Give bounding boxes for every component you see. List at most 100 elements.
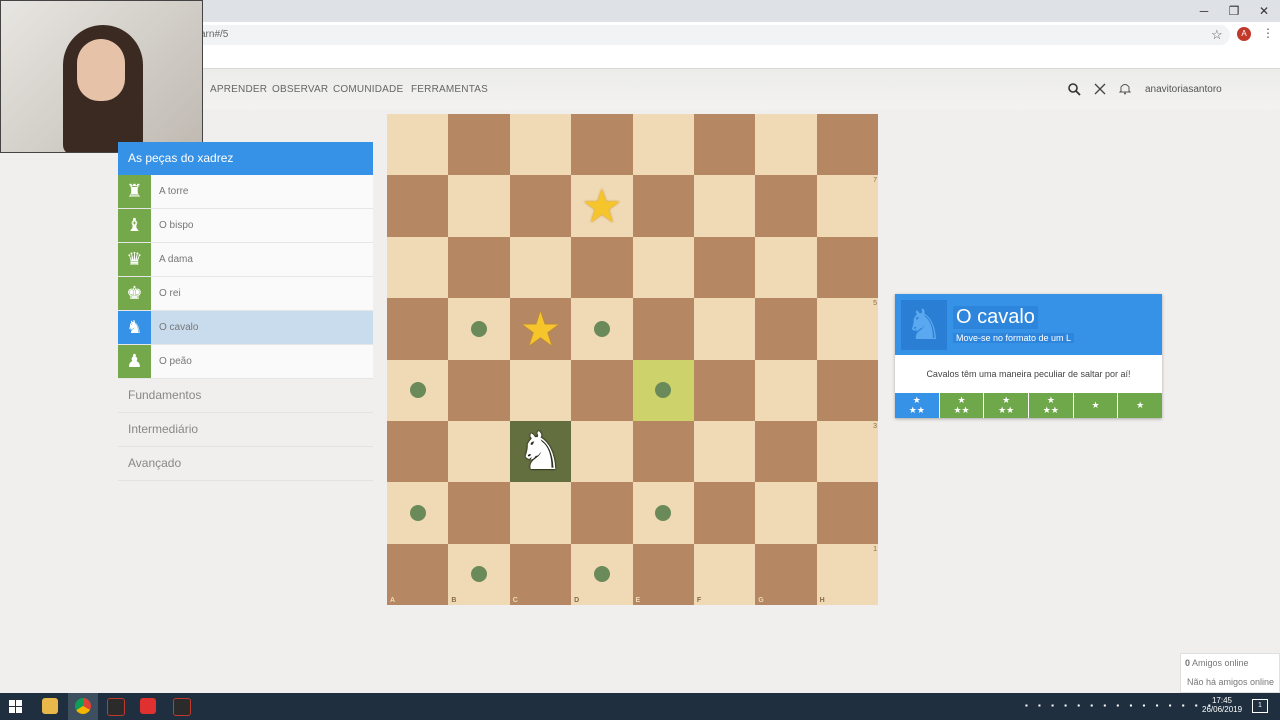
square-e8[interactable] [632,114,694,176]
square-g7[interactable] [755,175,817,237]
square-d5[interactable] [571,298,633,360]
square-g4[interactable] [755,359,817,421]
square-c6[interactable] [509,236,572,299]
profile-avatar[interactable]: A [1237,27,1251,41]
square-h3[interactable]: 3 [816,420,878,483]
white-knight-piece[interactable]: ♞ [517,426,564,478]
square-g8[interactable] [755,114,817,176]
square-b8[interactable] [448,114,510,176]
square-d8[interactable] [571,114,633,176]
stage-button-2[interactable]: ★ ★★ [938,393,984,418]
square-b7[interactable] [448,175,510,237]
app-icon-b[interactable] [173,698,191,716]
close-window-button[interactable]: ✕ [1248,0,1280,22]
square-g3[interactable] [755,420,817,483]
square-d4[interactable] [571,359,633,421]
square-h2[interactable] [816,482,878,544]
move-hint-dot[interactable] [593,566,610,583]
square-a1[interactable]: A [387,543,449,605]
chrome-icon[interactable] [75,698,91,714]
search-icon[interactable] [1068,83,1081,96]
username[interactable]: anavitoriasantoro [1145,84,1222,95]
square-d3[interactable] [571,420,633,483]
square-c1[interactable]: C [509,543,572,605]
bookmark-star-icon[interactable]: ☆ [1211,27,1223,43]
square-g1[interactable]: G [755,543,817,605]
stage-button-3[interactable]: ★ ★★ [983,393,1029,418]
square-a5[interactable] [387,298,449,360]
stage-button-1[interactable]: ★ ★★ [895,393,939,418]
square-g2[interactable] [755,482,817,544]
sidebar-header[interactable]: As peças do xadrez [118,142,373,175]
move-hint-dot[interactable] [655,504,672,521]
nav-observar[interactable]: OBSERVAR [272,84,328,95]
square-h6[interactable] [816,236,878,299]
stage-button-4[interactable]: ★ ★★ [1028,393,1073,418]
square-g5[interactable] [755,298,817,360]
nav-aprender[interactable]: APRENDER [210,84,267,95]
square-b4[interactable] [448,359,510,421]
move-hint-dot[interactable] [655,382,672,399]
square-a8[interactable] [387,114,449,176]
square-a6[interactable] [387,236,449,299]
square-h1[interactable]: H1 [816,543,878,605]
app-icon-a[interactable] [107,698,125,716]
square-a4[interactable] [387,359,449,421]
system-tray-icons[interactable]: ▪ ▪ ▪ ▪ ▪ ▪ ▪ ▪ ▪ ▪ ▪ ▪ ▪ ▪ ▪ [1025,701,1215,710]
sidebar-item-cavalo[interactable]: ♞ O cavalo [118,311,373,345]
sidebar-item-peao[interactable]: ♟ O peão [118,345,373,379]
sidebar-group-avancado[interactable]: Avançado [118,447,373,481]
stage-button-5[interactable]: ★ [1072,393,1118,418]
square-d7[interactable]: ★ [571,175,633,237]
square-f8[interactable] [693,114,756,176]
square-e3[interactable] [632,420,694,483]
bell-icon[interactable] [1119,82,1131,95]
square-c2[interactable] [509,482,572,544]
square-c4[interactable] [509,359,572,421]
square-e1[interactable]: E [632,543,694,605]
swords-icon[interactable] [1094,83,1106,95]
square-b3[interactable] [448,420,510,483]
sidebar-item-torre[interactable]: ♜ A torre [118,175,373,209]
browser-menu-icon[interactable]: ⋮ [1262,26,1274,40]
square-d6[interactable] [571,236,633,299]
square-h8[interactable] [816,114,878,176]
file-explorer-icon[interactable] [42,698,58,714]
stage-button-6[interactable]: ★ [1117,393,1163,418]
square-a7[interactable] [387,175,449,237]
square-e4[interactable] [632,359,694,421]
move-hint-dot[interactable] [409,382,426,399]
square-b5[interactable] [448,298,510,360]
square-h4[interactable] [816,359,878,421]
square-d2[interactable] [571,482,633,544]
square-e2[interactable] [632,482,694,544]
sidebar-group-intermediario[interactable]: Intermediário [118,413,373,447]
square-f2[interactable] [693,482,756,544]
square-c3[interactable]: ♞ [509,420,572,483]
friends-widget[interactable]: 0 Amigos online Não há amigos online [1180,653,1280,693]
square-e7[interactable] [632,175,694,237]
sidebar-item-bispo[interactable]: ♝ O bispo [118,209,373,243]
chess-board[interactable]: ★ 7 ★ 5 ♞ 3 A B C D E F G H1 [387,114,878,605]
square-g6[interactable] [755,236,817,299]
sidebar-group-fundamentos[interactable]: Fundamentos [118,379,373,413]
square-h5[interactable]: 5 [816,298,878,360]
square-h7[interactable]: 7 [816,175,878,237]
square-f4[interactable] [693,359,756,421]
square-b2[interactable] [448,482,510,544]
sidebar-item-rei[interactable]: ♚ O rei [118,277,373,311]
minimize-button[interactable]: ─ [1188,0,1220,22]
move-hint-dot[interactable] [471,566,488,583]
square-e6[interactable] [632,236,694,299]
square-f3[interactable] [693,420,756,483]
square-c7[interactable] [509,175,572,237]
square-c5[interactable]: ★ [509,298,572,360]
nav-ferramentas[interactable]: FERRAMENTAS [411,84,488,95]
square-d1[interactable]: D [571,543,633,605]
windows-start-icon[interactable] [9,700,22,713]
square-f7[interactable] [693,175,756,237]
move-hint-dot[interactable] [471,320,488,337]
clock[interactable]: 17:45 26/06/2019 [1202,696,1242,714]
maximize-button[interactable]: ❐ [1218,0,1250,22]
square-f1[interactable]: F [693,543,756,605]
